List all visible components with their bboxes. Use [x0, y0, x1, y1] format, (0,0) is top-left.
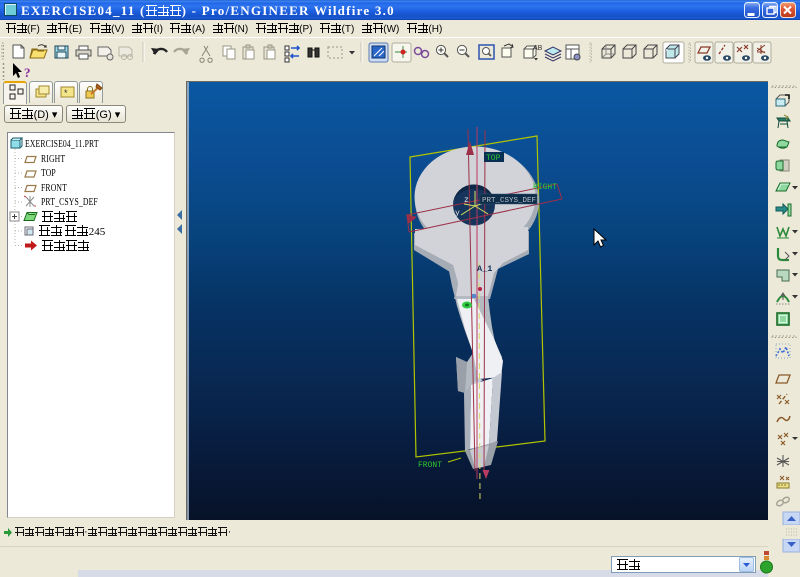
svg-text:*: *	[64, 88, 68, 98]
svg-text:RIGHT: RIGHT	[533, 183, 557, 192]
svg-text:AB: AB	[533, 45, 543, 52]
svg-text:?: ?	[24, 65, 31, 80]
svg-text:FRONT: FRONT	[418, 461, 442, 470]
svg-text:z: z	[464, 196, 469, 205]
svg-text:y: y	[455, 209, 460, 218]
svg-text:PRT_CSYS_DEF: PRT_CSYS_DEF	[482, 197, 536, 205]
svg-text:TOP: TOP	[486, 154, 501, 163]
svg-text:A_1: A_1	[477, 264, 492, 274]
